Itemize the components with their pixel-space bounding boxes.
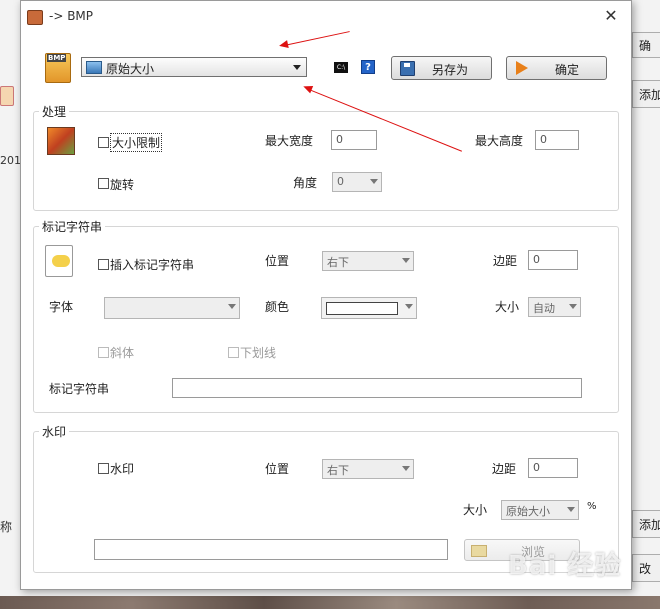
max-height-label: 最大高度 — [475, 134, 524, 148]
process-group — [33, 111, 619, 211]
watermark-margin-input[interactable]: 0 — [528, 458, 578, 478]
chevron-down-icon — [402, 258, 410, 263]
max-width-label: 最大宽度 — [265, 134, 314, 148]
insert-mark-label: 插入标记字符串 — [110, 258, 195, 272]
bmp-file-icon: BMP — [45, 53, 71, 83]
rotate-checkbox[interactable] — [98, 178, 109, 189]
save-as-button[interactable]: 另存为 — [391, 56, 492, 80]
baidu-watermark-logo: Bai 经验 — [508, 551, 622, 581]
chevron-down-icon — [293, 65, 301, 70]
help-icon[interactable]: ? — [361, 60, 375, 74]
mark-size-label: 大小 — [495, 300, 520, 314]
mark-size-select[interactable]: 自动 — [528, 297, 581, 317]
image-icon — [86, 61, 102, 74]
watermark-path-input[interactable] — [94, 539, 448, 560]
mark-margin-label: 边距 — [493, 254, 518, 268]
size-limit-label: 大小限制 — [110, 133, 163, 152]
convert-dialog: -> BMP ✕ BMP 原始大小 C:\ ? 另存为 确定 处理 大小限制 最… — [20, 0, 632, 590]
watermark-group-title: 水印 — [39, 423, 70, 440]
watermark-position-label: 位置 — [265, 462, 290, 476]
angle-label: 角度 — [293, 176, 318, 190]
watermark-size-select[interactable]: 原始大小 — [501, 500, 579, 520]
title-bar: -> BMP ✕ — [21, 1, 631, 33]
bg-confirm-button[interactable]: 确 — [632, 32, 660, 58]
bg-add-text-button[interactable]: 添加文 — [632, 510, 660, 538]
font-select[interactable] — [104, 297, 240, 319]
color-swatch — [326, 302, 398, 315]
chevron-down-icon — [370, 179, 378, 184]
window-title: -> BMP — [49, 9, 94, 23]
watermark-label: 水印 — [110, 462, 135, 476]
underline-label: 下划线 — [240, 346, 277, 360]
bg-name-text: 称 — [0, 520, 13, 534]
console-icon[interactable]: C:\ — [334, 62, 348, 73]
chevron-down-icon — [402, 466, 410, 471]
percent-sign: % — [587, 501, 597, 512]
color-select[interactable] — [321, 297, 417, 319]
bg-photo-strip — [0, 596, 660, 609]
mark-position-select[interactable]: 右下 — [322, 251, 414, 271]
underline-checkbox[interactable] — [228, 347, 239, 358]
bg-change-button[interactable]: 改 — [632, 554, 660, 582]
font-label: 字体 — [49, 300, 74, 314]
mark-group-title: 标记字符串 — [39, 218, 106, 235]
mark-string-label: 标记字符串 — [49, 382, 110, 396]
max-height-input[interactable]: 0 — [535, 130, 579, 150]
watermark-position-select[interactable]: 右下 — [322, 459, 414, 479]
insert-mark-checkbox[interactable] — [98, 259, 109, 270]
max-width-input[interactable]: 0 — [331, 130, 377, 150]
bg-add-button[interactable]: 添加 — [632, 80, 660, 108]
process-icon — [47, 127, 75, 155]
folder-icon — [471, 545, 487, 557]
ok-button[interactable]: 确定 — [506, 56, 607, 80]
floppy-icon — [400, 61, 415, 76]
bg-orange-icon — [0, 86, 14, 106]
chevron-down-icon — [567, 507, 575, 512]
color-label: 颜色 — [265, 300, 290, 314]
chevron-down-icon — [405, 304, 413, 309]
italic-checkbox[interactable] — [98, 347, 109, 358]
rotate-label: 旋转 — [110, 178, 135, 192]
process-group-title: 处理 — [39, 103, 70, 120]
forward-icon — [516, 61, 528, 75]
document-icon — [45, 245, 73, 277]
app-icon — [27, 10, 43, 25]
mark-position-label: 位置 — [265, 254, 290, 268]
watermark-checkbox[interactable] — [98, 463, 109, 474]
close-button[interactable]: ✕ — [601, 6, 621, 26]
size-limit-checkbox[interactable] — [98, 137, 109, 148]
mark-margin-input[interactable]: 0 — [528, 250, 578, 270]
chevron-down-icon — [569, 304, 577, 309]
watermark-margin-label: 边距 — [492, 462, 517, 476]
size-mode-select[interactable]: 原始大小 — [81, 57, 307, 77]
bg-date-text: 201 — [0, 154, 21, 167]
angle-select[interactable]: 0 — [332, 172, 382, 192]
mark-string-input[interactable] — [172, 378, 582, 398]
chevron-down-icon — [228, 304, 236, 309]
italic-label: 斜体 — [110, 346, 135, 360]
watermark-size-label: 大小 — [463, 503, 488, 517]
